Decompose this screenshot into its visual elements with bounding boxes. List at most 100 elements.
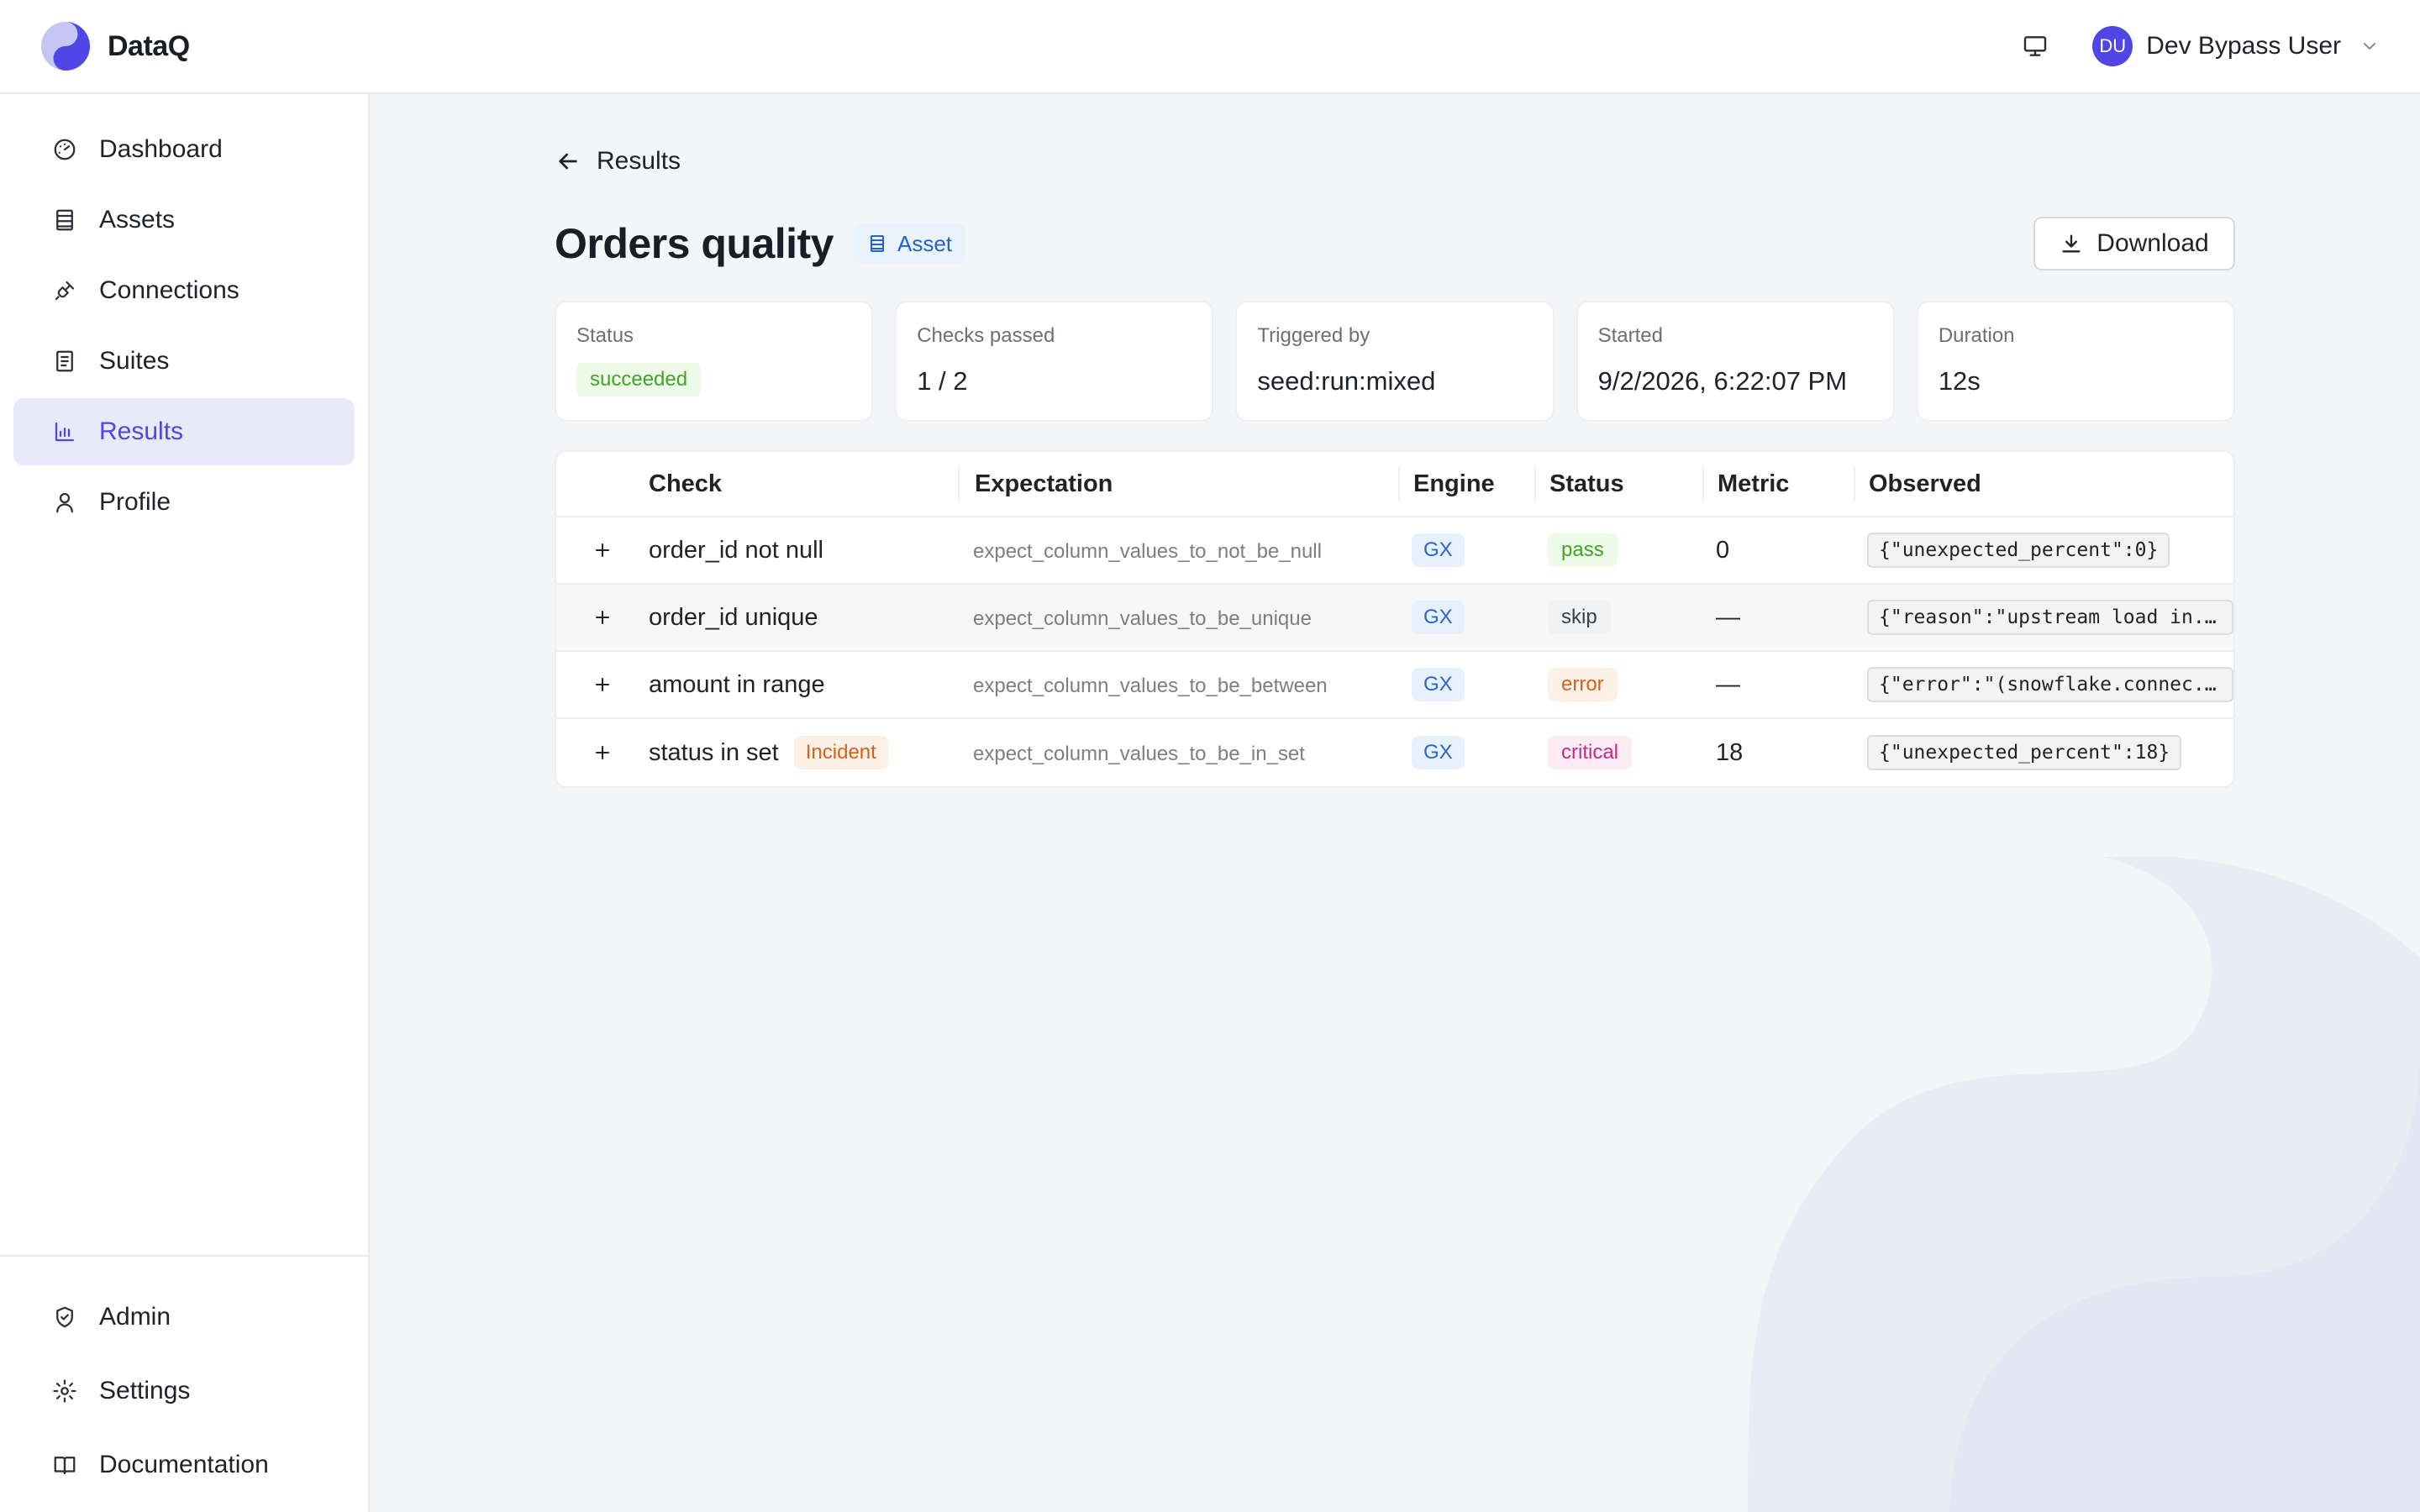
table-header: Check Expectation Engine Status Metric O…: [556, 452, 2233, 517]
status-badge: critical: [1548, 736, 1633, 769]
sidebar-item-label: Documentation: [99, 1451, 269, 1478]
asset-chip-label: Asset: [897, 230, 953, 256]
bar-chart-icon: [55, 422, 75, 442]
expand-plus-icon[interactable]: [591, 538, 614, 562]
table-row[interactable]: order_id unique expect_column_values_to_…: [556, 585, 2233, 652]
sidebar-item-suites[interactable]: Suites: [13, 328, 355, 395]
checks-passed-card: Checks passed 1 / 2: [895, 301, 1214, 422]
sidebar-item-results[interactable]: Results: [13, 398, 355, 465]
sidebar-item-profile[interactable]: Profile: [13, 469, 355, 536]
avatar: DU: [2092, 26, 2133, 66]
expectation-name: expect_column_values_to_be_in_set: [973, 742, 1305, 765]
display-toggle-button[interactable]: [2015, 26, 2055, 66]
monitor-icon: [2024, 36, 2047, 56]
download-icon: [2062, 234, 2081, 253]
main-content: Results Orders quality Asset Download St…: [555, 134, 2236, 788]
sidebar-item-documentation[interactable]: Documentation: [13, 1430, 355, 1500]
asset-chip[interactable]: Asset: [854, 223, 966, 264]
metric-value: —: [1716, 603, 1740, 631]
back-link[interactable]: Results: [555, 134, 2235, 188]
triggered-by-card: Triggered by seed:run:mixed: [1235, 301, 1555, 422]
book-icon: [54, 1457, 76, 1475]
sidebar-item-label: Admin: [99, 1303, 171, 1331]
expectation-name: expect_column_values_to_be_unique: [973, 606, 1312, 630]
sidebar-item-dashboard[interactable]: Dashboard: [13, 116, 355, 183]
expand-plus-icon[interactable]: [591, 673, 614, 696]
shield-check-icon: [56, 1306, 73, 1328]
column-header-metric[interactable]: Metric: [1702, 466, 1854, 501]
observed-value: {"unexpected_percent":0}: [1867, 533, 2170, 568]
sidebar-item-label: Profile: [99, 488, 171, 516]
sidebar-item-label: Suites: [99, 347, 170, 375]
download-label: Download: [2096, 229, 2209, 257]
metric-value: 18: [1716, 738, 1744, 766]
page-title: Orders quality: [555, 220, 834, 267]
expand-plus-icon[interactable]: [591, 741, 614, 764]
column-header-expectation[interactable]: Expectation: [958, 466, 1398, 501]
observed-value: {"unexpected_percent":18}: [1867, 735, 2182, 770]
user-name: Dev Bypass User: [2146, 32, 2341, 60]
sidebar-item-settings[interactable]: Settings: [13, 1356, 355, 1426]
top-header: DataQ DU Dev Bypass User: [0, 0, 2420, 94]
column-header-engine[interactable]: Engine: [1398, 466, 1534, 501]
gear-icon: [53, 1379, 76, 1403]
card-value: seed:run:mixed: [1257, 366, 1436, 396]
card-label: Started: [1597, 324, 1663, 347]
sidebar-item-admin[interactable]: Admin: [13, 1282, 355, 1352]
metric-value: —: [1716, 670, 1740, 698]
observed-value: {"error":"(snowflake.connec...: [1867, 667, 2233, 702]
card-value: 9/2/2026, 6:22:07 PM: [1597, 366, 1848, 396]
check-name: status in set: [649, 738, 779, 766]
sidebar-item-connections[interactable]: Connections: [13, 257, 355, 324]
expand-plus-icon[interactable]: [591, 606, 614, 629]
table-row[interactable]: order_id not null expect_column_values_t…: [556, 517, 2233, 585]
sidebar-item-label: Results: [99, 417, 184, 445]
card-label: Status: [576, 324, 634, 347]
results-table: Check Expectation Engine Status Metric O…: [555, 450, 2235, 788]
sidebar-item-label: Settings: [99, 1377, 191, 1404]
metric-value: 0: [1716, 536, 1730, 564]
check-name: amount in range: [649, 670, 825, 698]
card-label: Triggered by: [1257, 324, 1370, 347]
download-button[interactable]: Download: [2033, 217, 2235, 270]
brand-logo-icon: [41, 22, 90, 71]
table-row[interactable]: amount in range expect_column_values_to_…: [556, 652, 2233, 719]
card-label: Checks passed: [917, 324, 1055, 347]
expectation-name: expect_column_values_to_be_between: [973, 674, 1328, 697]
sidebar-nav: Dashboard Assets Connections Suites Resu…: [0, 94, 368, 536]
table-icon: [56, 209, 73, 231]
card-value: 12s: [1938, 366, 1981, 396]
table-icon: [871, 235, 884, 252]
column-header-check[interactable]: Check: [649, 470, 958, 498]
engine-badge: GX: [1412, 668, 1465, 701]
user-menu[interactable]: DU Dev Bypass User: [2092, 26, 2380, 66]
engine-badge: GX: [1412, 601, 1465, 634]
engine-badge: GX: [1412, 533, 1465, 567]
column-header-observed[interactable]: Observed: [1854, 466, 2233, 501]
check-name: order_id unique: [649, 603, 818, 631]
duration-card: Duration 12s: [1916, 301, 2236, 422]
background-decoration: [1748, 857, 2420, 1512]
brand[interactable]: DataQ: [40, 21, 190, 71]
status-badge: succeeded: [576, 363, 702, 396]
sidebar-item-label: Assets: [99, 206, 176, 234]
back-label: Results: [597, 147, 681, 175]
status-badge: pass: [1548, 533, 1618, 567]
gauge-icon: [54, 139, 76, 160]
sidebar-item-assets[interactable]: Assets: [13, 186, 355, 254]
observed-value: {"reason":"upstream load in...: [1867, 600, 2233, 635]
incident-badge[interactable]: Incident: [793, 736, 888, 769]
chevron-down-icon: [2364, 43, 2375, 50]
sidebar-bottom-nav: Admin Settings Documentation: [0, 1255, 368, 1512]
sidebar-item-label: Dashboard: [99, 135, 223, 163]
checklist-icon: [56, 350, 73, 372]
arrow-left-icon: [559, 153, 577, 170]
expectation-name: expect_column_values_to_not_be_null: [973, 539, 1322, 563]
card-label: Duration: [1938, 324, 2015, 347]
table-row[interactable]: status in set Incident expect_column_val…: [556, 719, 2233, 786]
column-header-status[interactable]: Status: [1534, 466, 1702, 501]
sidebar-item-label: Connections: [99, 276, 239, 304]
status-badge: skip: [1548, 601, 1611, 634]
user-icon: [56, 492, 73, 513]
brand-name: DataQ: [108, 29, 190, 62]
